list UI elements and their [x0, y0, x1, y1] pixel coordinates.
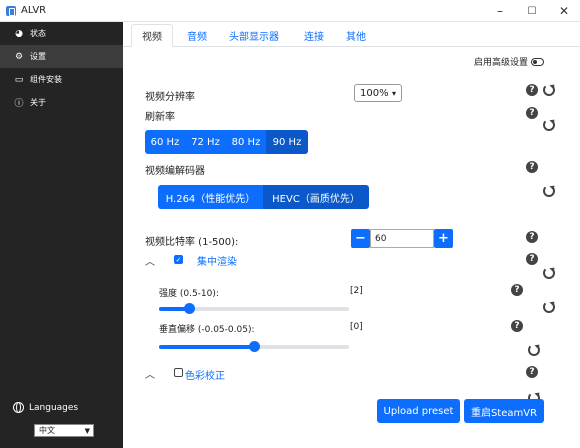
settings-panel: 视频 音频 头部显示器 连接 其他 启用高级设置 视频分辨率 100% ▾ ? …	[123, 22, 580, 448]
codec-label: 视频编解码器	[145, 166, 205, 177]
sidebar-item-status[interactable]: ◕ 状态	[0, 22, 123, 45]
decrement-button[interactable]: −	[351, 229, 370, 248]
resolution-select-value: 100%	[360, 87, 389, 99]
chevron-down-icon: ▼	[84, 426, 90, 435]
offset-label: 垂直偏移 (-0.05-0.05):	[159, 325, 255, 335]
upload-preset-button[interactable]: Upload preset	[377, 399, 460, 423]
color-correction-checkbox[interactable]	[174, 368, 183, 377]
sidebar: ◕ 状态 ⚙ 设置 ▭ 组件安装 ⓘ 关于 Languages 中文 ▼	[0, 22, 123, 448]
sidebar-item-label: 关于	[30, 98, 46, 107]
info-icon: ⓘ	[14, 99, 24, 109]
help-icon[interactable]: ?	[526, 84, 538, 96]
sidebar-item-about[interactable]: ⓘ 关于	[0, 91, 123, 114]
advanced-settings-row: 启用高级设置	[474, 55, 545, 68]
foveated-label[interactable]: 集中渲染	[197, 253, 237, 268]
dashboard-icon: ◕	[15, 28, 23, 39]
sidebar-item-label: 状态	[30, 29, 46, 38]
help-icon[interactable]: ?	[511, 320, 523, 332]
codec-option[interactable]: H.264（性能优先）	[158, 185, 263, 209]
reset-icon[interactable]	[543, 301, 555, 313]
help-icon[interactable]: ?	[526, 366, 538, 378]
chevron-up-icon[interactable]: ︿	[145, 366, 155, 381]
sidebar-item-label: 组件安装	[30, 75, 62, 84]
language-select-value: 中文	[39, 426, 55, 435]
tab-headset[interactable]: 头部显示器	[229, 24, 279, 47]
bitrate-label: 视频比特率 (1-500):	[145, 237, 239, 248]
sidebar-item-installation[interactable]: ▭ 组件安装	[0, 68, 123, 91]
codec-option-selected[interactable]: HEVC（画质优先）	[263, 185, 369, 209]
tab-other[interactable]: 其他	[346, 24, 366, 47]
tab-connection[interactable]: 连接	[304, 24, 324, 47]
foveated-checkbox[interactable]: ✓	[174, 255, 183, 264]
reset-icon[interactable]	[543, 185, 555, 197]
chevron-up-icon[interactable]: ︿	[145, 253, 155, 268]
help-icon[interactable]: ?	[526, 107, 538, 119]
language-select[interactable]: 中文 ▼	[34, 424, 94, 437]
strength-label: 强度 (0.5-10):	[159, 289, 219, 299]
slider-thumb[interactable]	[249, 341, 260, 352]
increment-button[interactable]: +	[434, 229, 453, 248]
globe-icon	[13, 402, 24, 413]
chevron-down-icon: ▾	[391, 88, 396, 98]
tab-audio[interactable]: 音频	[187, 24, 207, 47]
window-titlebar: ALVR – ☐ ✕	[0, 0, 580, 22]
help-icon[interactable]: ?	[526, 161, 538, 173]
tab-video[interactable]: 视频	[131, 24, 173, 47]
strength-value: [2]	[350, 286, 363, 296]
tab-bar: 视频 音频 头部显示器 连接 其他	[123, 22, 580, 47]
sidebar-item-label: 设置	[30, 52, 46, 61]
refresh-rate-option[interactable]: 60 Hz	[145, 130, 185, 154]
advanced-settings-toggle[interactable]	[531, 57, 545, 66]
minimize-button[interactable]: –	[484, 0, 516, 22]
help-icon[interactable]: ?	[526, 231, 538, 243]
restart-steamvr-button[interactable]: 重启SteamVR	[464, 399, 544, 423]
strength-slider[interactable]	[159, 303, 349, 314]
help-icon[interactable]: ?	[526, 253, 538, 265]
reset-icon[interactable]	[543, 84, 555, 96]
refresh-rate-group: 60 Hz 72 Hz 80 Hz 90 Hz	[145, 130, 308, 154]
close-button[interactable]: ✕	[548, 0, 580, 22]
refresh-rate-option-selected[interactable]: 90 Hz	[266, 130, 308, 154]
resolution-label: 视频分辨率	[145, 92, 195, 103]
bitrate-stepper: − 60 +	[351, 229, 453, 248]
reset-icon[interactable]	[543, 267, 555, 279]
languages-label-row: Languages	[13, 402, 78, 413]
codec-group: H.264（性能优先） HEVC（画质优先）	[158, 185, 369, 209]
reset-icon[interactable]	[543, 119, 555, 131]
offset-value: [0]	[350, 322, 363, 332]
headset-icon: ▭	[14, 74, 24, 85]
maximize-button[interactable]: ☐	[516, 0, 548, 22]
app-logo-icon	[6, 5, 16, 16]
languages-label: Languages	[29, 402, 79, 413]
refresh-rate-label: 刷新率	[145, 112, 175, 123]
refresh-rate-option[interactable]: 80 Hz	[226, 130, 266, 154]
offset-slider[interactable]	[159, 341, 349, 352]
sidebar-item-settings[interactable]: ⚙ 设置	[0, 45, 123, 68]
resolution-select[interactable]: 100% ▾	[354, 84, 402, 102]
slider-thumb[interactable]	[184, 303, 195, 314]
slider-fill	[159, 345, 254, 349]
color-correction-label[interactable]: 色彩校正	[185, 367, 225, 382]
refresh-rate-option[interactable]: 72 Hz	[185, 130, 226, 154]
bitrate-input[interactable]: 60	[370, 229, 434, 248]
gears-icon: ⚙	[14, 51, 24, 62]
reset-icon[interactable]	[528, 344, 540, 356]
advanced-settings-label: 启用高级设置	[474, 58, 529, 68]
help-icon[interactable]: ?	[511, 284, 523, 296]
window-title: ALVR	[21, 5, 47, 16]
